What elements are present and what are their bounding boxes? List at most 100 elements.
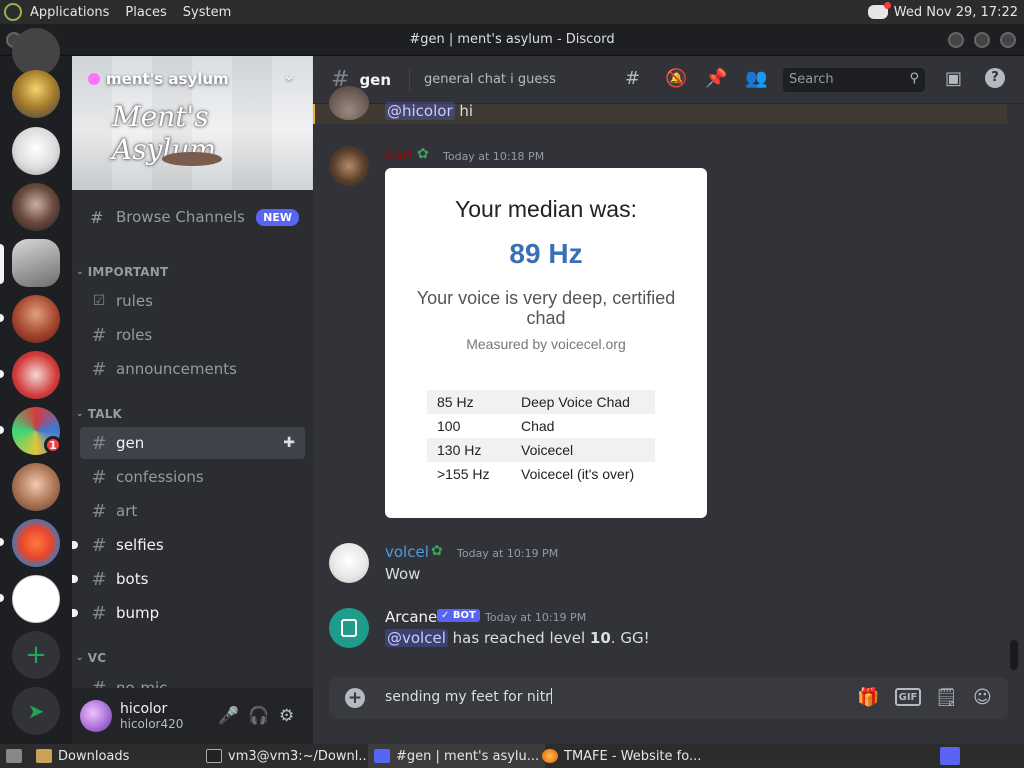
- user-panel: hicolor hicolor420 🎤 🎧 ⚙: [72, 688, 313, 744]
- pinned-messages-icon[interactable]: 📌: [705, 68, 727, 89]
- scrollbar[interactable]: [1010, 640, 1018, 670]
- close-button[interactable]: [1000, 32, 1016, 48]
- sticker-icon[interactable]: 🗒: [935, 687, 958, 708]
- menu-applications[interactable]: Applications: [22, 5, 117, 20]
- username-volcel[interactable]: volcel: [385, 543, 429, 561]
- category-vc[interactable]: ⌄ VC: [76, 651, 106, 665]
- table-cell: Chad: [521, 418, 555, 434]
- embed-title: Your median was:: [455, 196, 637, 222]
- show-desktop-button[interactable]: [0, 744, 28, 768]
- browse-hash-icon: #: [90, 207, 104, 227]
- hash-icon: #: [91, 568, 107, 590]
- search-input[interactable]: Search ⚲: [783, 68, 925, 92]
- username-kari[interactable]: kari: [385, 146, 413, 164]
- unread-pill: [0, 370, 4, 378]
- server-icon[interactable]: [12, 183, 60, 231]
- explore-servers-button[interactable]: ➤: [12, 687, 60, 735]
- table-row: 100 Chad: [427, 414, 655, 438]
- channel-rules[interactable]: ☑ rules: [80, 285, 305, 317]
- avatar[interactable]: [329, 543, 369, 583]
- task-terminal[interactable]: vm3@vm3:~/Downl...: [200, 744, 377, 768]
- unread-indicator: [72, 575, 78, 583]
- channel-announcements[interactable]: # announcements: [80, 353, 305, 385]
- server-icon[interactable]: [12, 463, 60, 511]
- emoji-icon[interactable]: ☺: [973, 687, 992, 708]
- channel-roles[interactable]: # roles: [80, 319, 305, 351]
- help-icon[interactable]: ?: [985, 68, 1005, 88]
- task-firefox[interactable]: TMAFE - Website fo...: [536, 744, 707, 768]
- channel-confessions[interactable]: # confessions: [80, 461, 305, 493]
- server-icon[interactable]: [12, 70, 60, 118]
- channel-bots[interactable]: # bots: [72, 563, 305, 595]
- message-composer[interactable]: + sending my feet for nitr 🎁 GIF 🗒 ☺: [329, 677, 1008, 719]
- task-label: Downloads: [58, 748, 130, 764]
- gift-icon[interactable]: 🎁: [857, 687, 879, 708]
- maximize-button[interactable]: [974, 32, 990, 48]
- chevron-down-icon[interactable]: ⌄: [283, 68, 295, 84]
- create-invite-icon[interactable]: ✚: [283, 435, 295, 451]
- menu-system[interactable]: System: [175, 5, 239, 20]
- image-attachment[interactable]: Your median was: 89 Hz Your voice is ver…: [385, 168, 707, 518]
- category-talk[interactable]: ⌄ TALK: [76, 407, 122, 421]
- channel-topic[interactable]: general chat i guess: [424, 72, 556, 87]
- server-icon[interactable]: [12, 28, 60, 76]
- message-text: @volcel has reached level 10. GG!: [385, 629, 650, 647]
- server-icon[interactable]: [12, 295, 60, 343]
- server-banner[interactable]: ment's asylum ⌄ Ment's Asylum: [72, 56, 313, 190]
- timestamp: Today at 10:19 PM: [457, 547, 559, 560]
- username-arcane[interactable]: Arcane: [385, 608, 437, 626]
- server-icon[interactable]: [12, 239, 60, 287]
- microphone-icon[interactable]: 🎤: [218, 706, 239, 726]
- browse-channels[interactable]: # Browse Channels NEW: [80, 202, 305, 232]
- tray-discord[interactable]: [934, 744, 966, 768]
- user-mention[interactable]: @volcel: [385, 629, 448, 647]
- gnome-logo-icon[interactable]: [4, 3, 22, 21]
- mention-badge: 1: [44, 436, 62, 454]
- window-titlebar[interactable]: #gen | ment's asylum - Discord: [0, 24, 1024, 56]
- hash-icon: #: [91, 432, 107, 454]
- task-downloads[interactable]: Downloads: [30, 744, 135, 768]
- message-input[interactable]: sending my feet for nitr: [385, 688, 552, 705]
- server-name-dropdown[interactable]: ment's asylum: [88, 70, 229, 88]
- banner-figure: [162, 152, 222, 166]
- user-avatar[interactable]: [80, 700, 112, 732]
- avatar[interactable]: [329, 146, 369, 186]
- channel-label: bump: [116, 604, 160, 622]
- hash-icon: #: [91, 500, 107, 522]
- rules-checkbox-icon: ☑: [92, 293, 106, 309]
- user-mention[interactable]: @hicolor: [385, 102, 455, 120]
- hash-icon: #: [91, 534, 107, 556]
- menu-places[interactable]: Places: [117, 5, 174, 20]
- add-server-button[interactable]: +: [12, 631, 60, 679]
- server-icon[interactable]: [12, 575, 60, 623]
- mute-notifications-icon[interactable]: 🔕: [665, 68, 687, 89]
- channel-art[interactable]: # art: [80, 495, 305, 527]
- folder-icon: [36, 749, 52, 763]
- channel-gen[interactable]: # gen ✚: [80, 427, 305, 459]
- gif-button[interactable]: GIF: [895, 688, 921, 706]
- terminal-icon: [206, 749, 222, 763]
- channel-selfies[interactable]: # selfies: [72, 529, 305, 561]
- category-label: IMPORTANT: [87, 265, 169, 279]
- member-list-icon[interactable]: 👥: [745, 68, 767, 89]
- settings-gear-icon[interactable]: ⚙: [279, 706, 294, 726]
- bot-avatar[interactable]: [329, 608, 369, 648]
- user-names[interactable]: hicolor hicolor420: [120, 701, 183, 731]
- desktop-icon: [6, 749, 22, 763]
- server-icon[interactable]: [12, 351, 60, 399]
- threads-icon[interactable]: #: [625, 68, 640, 89]
- task-discord[interactable]: #gen | ment's asylu...: [368, 744, 546, 768]
- avatar[interactable]: [329, 86, 369, 120]
- attach-plus-icon[interactable]: +: [345, 688, 365, 708]
- inbox-icon[interactable]: ▣: [945, 68, 962, 89]
- category-important[interactable]: ⌄ IMPORTANT: [76, 265, 168, 279]
- server-icon[interactable]: [12, 127, 60, 175]
- discord-tray-icon[interactable]: [867, 2, 891, 19]
- unread-indicator: [72, 541, 78, 549]
- clock[interactable]: Wed Nov 29, 17:22: [894, 5, 1018, 20]
- channel-bump[interactable]: # bump: [72, 597, 305, 629]
- server-icon[interactable]: [12, 519, 60, 567]
- headphones-icon[interactable]: 🎧: [248, 706, 269, 726]
- embed-description: Your voice is very deep, certified chad: [416, 288, 676, 328]
- minimize-button[interactable]: [948, 32, 964, 48]
